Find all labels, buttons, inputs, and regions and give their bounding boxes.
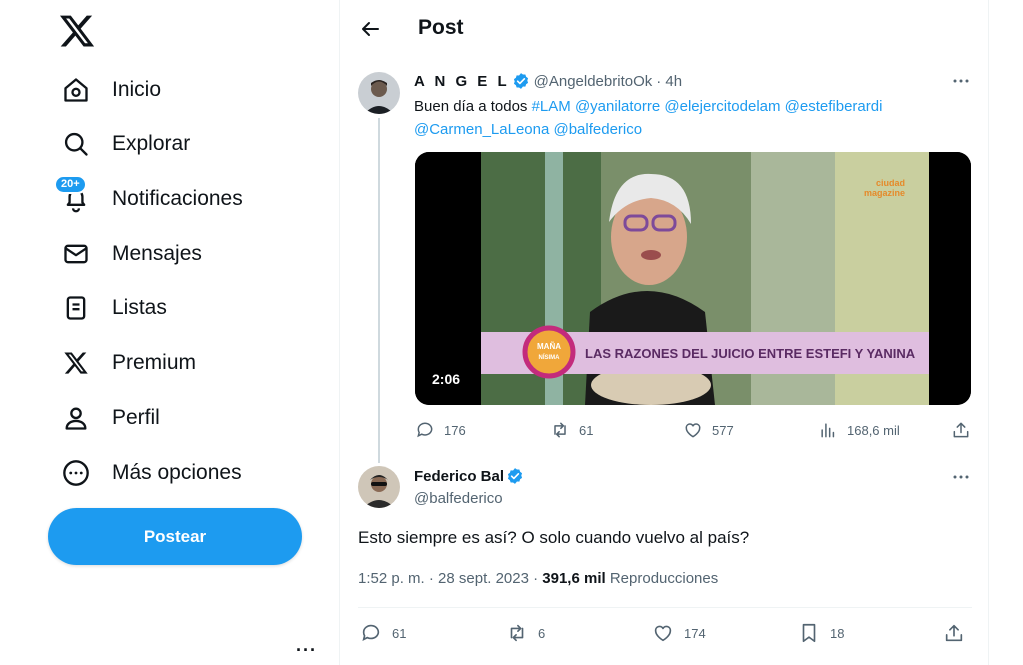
like-button[interactable]: 577	[683, 420, 734, 440]
sidebar-item-label: Perfil	[112, 406, 160, 429]
sidebar-item-label: Notificaciones	[112, 187, 243, 210]
bookmark-button[interactable]: 18	[798, 622, 844, 644]
divider	[358, 607, 972, 608]
video-player[interactable]: MAÑA NÍSIMA LAS RAZONES DEL JUICIO ENTRE…	[415, 152, 971, 405]
quoted-post-text: Buen día a todos #LAM @yanilatorre @elej…	[414, 95, 974, 141]
post-button[interactable]: Postear	[48, 508, 302, 565]
author-handle[interactable]: @AngeldebritoOk	[534, 73, 653, 90]
envelope-icon	[60, 238, 92, 270]
home-icon	[60, 74, 92, 106]
sidebar-item-label: Mensajes	[112, 242, 202, 265]
sidebar-item-mas-opciones[interactable]: Más opciones	[60, 453, 242, 493]
list-icon	[60, 292, 92, 324]
view-count: 168,6 mil	[847, 422, 900, 438]
show-logo-text: NÍSIMA	[539, 353, 561, 361]
video-thumbnail: MAÑA NÍSIMA LAS RAZONES DEL JUICIO ENTRE…	[415, 152, 971, 405]
reply-button[interactable]: 61	[360, 622, 406, 644]
avatar-federico[interactable]	[358, 466, 400, 508]
view-count: 391,6 mil	[542, 570, 606, 587]
sidebar-item-explorar[interactable]: Explorar	[60, 124, 190, 164]
repost-icon	[554, 422, 566, 438]
search-icon	[60, 128, 92, 160]
like-button[interactable]: 174	[652, 622, 706, 644]
like-count: 577	[712, 422, 734, 438]
sidebar-item-label: Inicio	[112, 78, 162, 101]
sidebar-nav: Inicio Explorar 20+ Notificaciones Mensa…	[0, 0, 340, 665]
sidebar-item-inicio[interactable]: Inicio	[60, 70, 161, 110]
reply-icon	[417, 422, 433, 438]
share-button[interactable]	[943, 622, 965, 644]
sidebar-item-label: Más opciones	[112, 461, 242, 484]
verified-badge-icon	[513, 73, 528, 89]
sidebar-item-notificaciones[interactable]: 20+ Notificaciones	[54, 175, 243, 219]
more-circle-icon	[60, 457, 92, 489]
repost-count: 6	[538, 625, 546, 641]
show-logo-text: MAÑA	[537, 342, 561, 351]
sidebar-item-label: Listas	[112, 296, 167, 319]
verified-badge-icon	[507, 468, 523, 484]
repost-count: 61	[579, 422, 594, 438]
author-name[interactable]: Federico Bal	[414, 468, 504, 485]
repost-button[interactable]: 61	[550, 420, 593, 440]
reply-author-header: Federico Bal	[414, 467, 528, 485]
thread-line	[378, 118, 380, 463]
like-count: 174	[684, 625, 706, 641]
share-button[interactable]	[951, 420, 971, 440]
repost-icon	[510, 624, 524, 642]
sidebar-item-label: Explorar	[112, 132, 191, 155]
quoted-post-header: A N G E L @AngeldebritoOk · 4h	[414, 72, 682, 90]
analytics-icon	[821, 423, 835, 438]
notification-badge: 20+	[54, 175, 87, 194]
share-icon	[953, 422, 969, 438]
post-detail-column: Post A N G E L @AngeldebritoOk · 4h Buen…	[339, 0, 989, 665]
reply-count: 176	[444, 422, 466, 438]
sidebar-item-mensajes[interactable]: Mensajes	[60, 234, 202, 274]
views-button[interactable]: 168,6 mil	[818, 420, 900, 440]
author-handle[interactable]: @balfederico	[414, 490, 503, 507]
bookmark-icon	[802, 623, 816, 643]
post-text: Buen día a todos	[414, 98, 532, 115]
mention-links[interactable]: #LAM @yanilatorre @elejercitodelam @este…	[532, 98, 883, 115]
reply-count: 61	[392, 625, 407, 641]
views-label: Reproducciones	[605, 570, 719, 587]
account-more-icon[interactable]: ···	[296, 640, 317, 661]
more-options-icon[interactable]	[948, 468, 974, 486]
x-logo-icon	[60, 347, 92, 379]
sidebar-item-label: Premium	[112, 351, 197, 374]
post-time[interactable]: · 4h	[656, 73, 682, 90]
sidebar-item-listas[interactable]: Listas	[60, 288, 167, 328]
video-duration: 2:06	[432, 371, 461, 387]
post-timestamp[interactable]: 1:52 p. m. · 28 sept. 2023 ·	[358, 570, 542, 587]
reply-icon	[362, 624, 380, 641]
mention-links[interactable]: @Carmen_LaLeona @balfederico	[414, 121, 642, 138]
more-options-icon[interactable]	[948, 72, 974, 90]
repost-button[interactable]: 6	[506, 622, 545, 644]
heart-icon	[654, 625, 672, 642]
page-title: Post	[418, 16, 464, 39]
post-header: Post	[340, 0, 990, 58]
bookmark-count: 18	[830, 625, 845, 641]
bell-icon: 20+	[54, 175, 92, 215]
x-logo-icon[interactable]	[58, 12, 96, 50]
author-name[interactable]: A N G E L	[414, 73, 510, 90]
channel-watermark: ciudad	[876, 178, 905, 188]
video-banner-text: LAS RAZONES DEL JUICIO ENTRE ESTEFI Y YA…	[585, 346, 916, 361]
back-arrow-icon[interactable]	[358, 17, 382, 41]
reply-button[interactable]: 176	[415, 420, 466, 440]
post-meta: 1:52 p. m. · 28 sept. 2023 · 391,6 mil R…	[358, 570, 718, 587]
sidebar-item-perfil[interactable]: Perfil	[60, 398, 160, 438]
person-icon	[60, 402, 92, 434]
sidebar-item-premium[interactable]: Premium	[60, 343, 196, 383]
share-icon	[945, 624, 963, 642]
avatar-angel[interactable]	[358, 72, 400, 114]
heart-icon	[685, 423, 701, 438]
channel-watermark: magazine	[864, 188, 905, 198]
post-text: Esto siempre es así? O solo cuando vuelv…	[358, 528, 750, 547]
